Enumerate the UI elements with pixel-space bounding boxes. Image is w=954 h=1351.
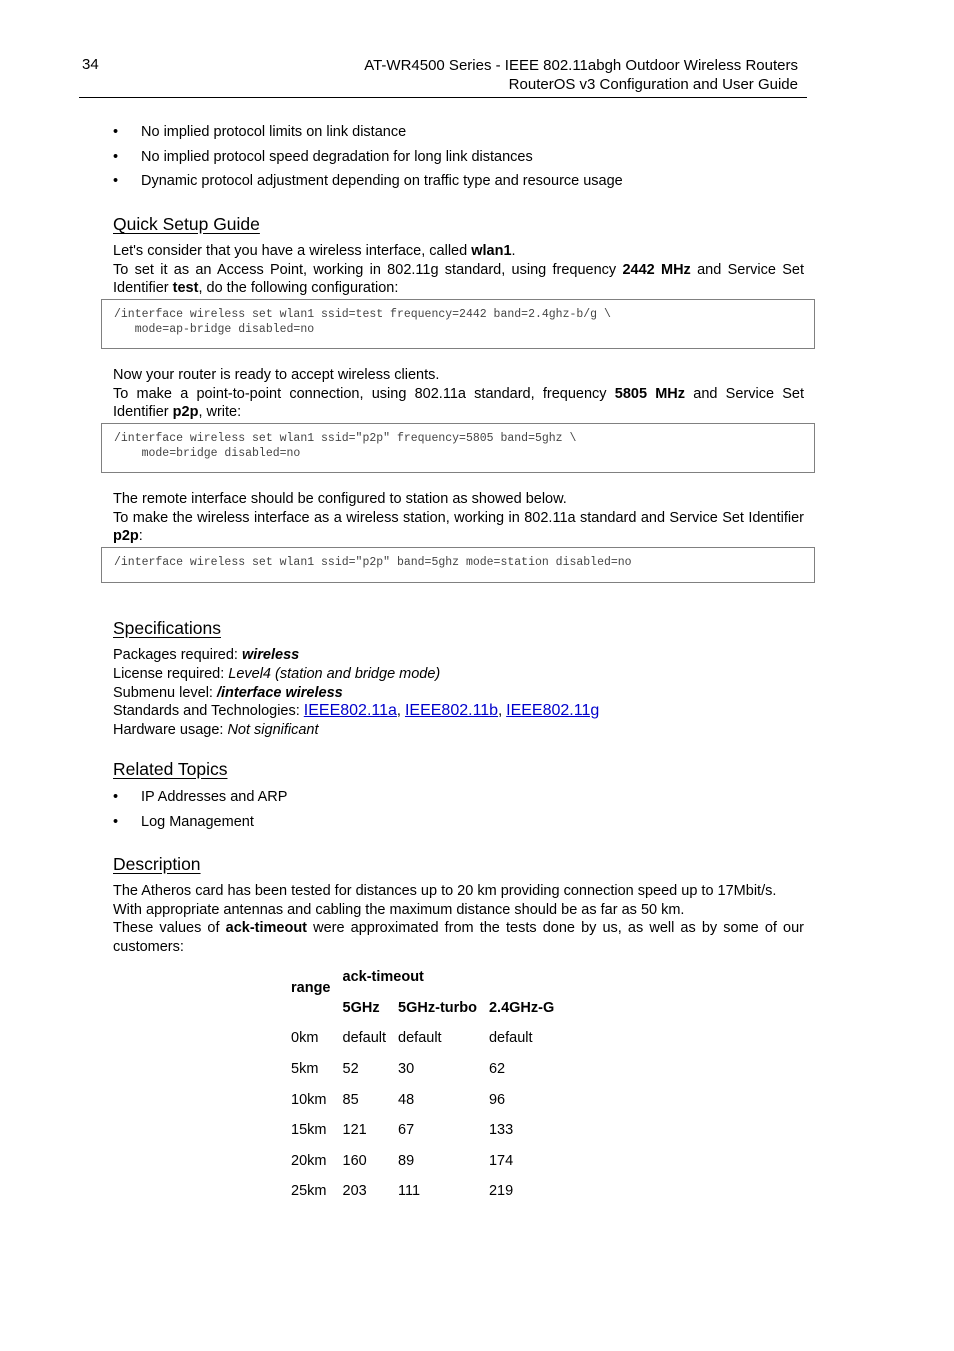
text: To make a point-to-point connection, usi… xyxy=(113,385,615,402)
cell: 48 xyxy=(398,1091,415,1108)
text: Now your router is ready to accept wirel… xyxy=(113,367,440,383)
cell: default xyxy=(342,1030,387,1047)
table-row: 5km 52 30 62 xyxy=(285,1054,560,1085)
cell: 85 xyxy=(342,1091,359,1108)
cell: 15km xyxy=(291,1122,327,1139)
text: , do the following configuration: xyxy=(198,280,399,296)
cell: 10km xyxy=(291,1091,327,1108)
link-ieee80211a[interactable]: IEEE802.11a xyxy=(304,702,397,719)
text: : xyxy=(138,528,143,544)
list-item: Dynamic protocol adjustment depending on… xyxy=(113,172,813,197)
list-item: No implied protocol speed degradation fo… xyxy=(113,148,813,173)
list-item: No implied protocol limits on link dista… xyxy=(113,123,813,148)
cell: default xyxy=(488,1030,533,1047)
link-ieee80211b[interactable]: IEEE802.11b xyxy=(405,702,498,719)
header-title-line1: AT-WR4500 Series - IEEE 802.11abgh Outdo… xyxy=(364,57,798,74)
spec-hardware: Hardware usage: Not significant xyxy=(113,721,813,740)
text: , write: xyxy=(198,404,242,420)
text: The remote interface should be configure… xyxy=(113,491,567,507)
related-topics-heading: Related Topics xyxy=(113,759,228,779)
ack-timeout-table: range ack-timeout 5GHz 5GHz-turbo 2.4GHz… xyxy=(285,962,560,1207)
cell: 203 xyxy=(342,1183,367,1200)
text: . xyxy=(511,243,516,259)
spec-submenu: Submenu level: /interface wireless xyxy=(113,684,813,703)
running-header: AT-WR4500 Series - IEEE 802.11abgh Outdo… xyxy=(364,56,798,94)
cell: 133 xyxy=(488,1122,514,1139)
related-topics-list: IP Addresses and ARP Log Management xyxy=(113,788,813,837)
table-row: 25km 203 111 219 xyxy=(285,1176,560,1207)
table-row: 20km 160 89 174 xyxy=(285,1146,560,1177)
column-header: 5GHz xyxy=(342,999,380,1016)
cell: 160 xyxy=(342,1152,367,1169)
text: With appropriate antennas and cabling th… xyxy=(113,901,685,918)
column-header: 5GHz-turbo xyxy=(398,999,477,1016)
quick-setup-intro: Let's consider that you have a wireless … xyxy=(113,242,804,298)
label: Standards and Technologies: xyxy=(113,703,304,720)
ssid-value: test xyxy=(172,280,199,296)
cell: 52 xyxy=(342,1061,359,1078)
value: wireless xyxy=(241,647,300,663)
cell: 96 xyxy=(488,1091,506,1108)
p2p-paragraph: Now your router is ready to accept wirel… xyxy=(113,366,804,422)
text: These values of xyxy=(113,920,226,936)
frequency-value: 5805 MHz xyxy=(614,385,686,402)
header-rule xyxy=(79,97,807,98)
column-header: 2.4GHz-G xyxy=(488,999,555,1016)
value: /interface wireless xyxy=(216,684,343,701)
value: Level4 (station and bridge mode) xyxy=(228,665,441,682)
cell: 89 xyxy=(398,1152,415,1169)
cell: 67 xyxy=(398,1122,415,1139)
range-header: range xyxy=(291,979,331,996)
term: ack-timeout xyxy=(225,920,308,936)
cell: 5km xyxy=(291,1061,319,1078)
code-block-station: /interface wireless set wlan1 ssid="p2p"… xyxy=(101,547,815,583)
label: Packages required: xyxy=(113,647,242,663)
table-row: 0km default default default xyxy=(285,1023,560,1054)
label: Submenu level: xyxy=(113,684,217,701)
list-item: IP Addresses and ARP xyxy=(113,788,813,813)
description-paragraph: The Atheros card has been tested for dis… xyxy=(113,882,804,956)
cell: 25km xyxy=(291,1183,327,1200)
ssid-value: p2p xyxy=(172,404,199,420)
code-block-ap: /interface wireless set wlan1 ssid=test … xyxy=(101,299,815,349)
header-title-line2: RouterOS v3 Configuration and User Guide xyxy=(508,76,798,93)
list-item: Log Management xyxy=(113,813,813,838)
description-heading: Description xyxy=(113,854,201,874)
text: To make the wireless interface as a wire… xyxy=(113,509,804,526)
specifications-list: Packages required: wireless License requ… xyxy=(113,646,813,740)
interface-name: wlan1 xyxy=(471,243,512,259)
quick-setup-heading: Quick Setup Guide xyxy=(113,214,260,234)
text: Let's consider that you have a wireless … xyxy=(113,243,472,259)
separator: , xyxy=(498,703,507,720)
spec-packages: Packages required: wireless xyxy=(113,646,813,665)
separator: , xyxy=(396,703,405,720)
code-block-bridge: /interface wireless set wlan1 ssid="p2p"… xyxy=(101,423,815,473)
spec-standards: Standards and Technologies: IEEE802.11a,… xyxy=(113,702,813,721)
cell: 0km xyxy=(291,1030,319,1047)
cell: 20km xyxy=(291,1152,327,1169)
feature-list: No implied protocol limits on link dista… xyxy=(113,123,813,197)
cell: 174 xyxy=(488,1152,514,1169)
cell: 111 xyxy=(398,1183,421,1200)
table-row: 15km 121 67 133 xyxy=(285,1115,560,1146)
cell: 30 xyxy=(398,1061,415,1078)
text: To set it as an Access Point, working in… xyxy=(113,261,623,278)
text: The Atheros card has been tested for dis… xyxy=(113,883,777,899)
link-ieee80211g[interactable]: IEEE802.11g xyxy=(506,702,599,719)
cell: 121 xyxy=(342,1122,367,1139)
cell: default xyxy=(398,1030,442,1047)
station-paragraph: The remote interface should be configure… xyxy=(113,490,804,546)
specifications-heading: Specifications xyxy=(113,618,221,638)
ack-timeout-header: ack-timeout xyxy=(342,969,424,986)
table-row: 10km 85 48 96 xyxy=(285,1084,560,1115)
label: License required: xyxy=(113,665,229,682)
value: Not significant xyxy=(227,722,319,739)
spec-license: License required: Level4 (station and br… xyxy=(113,665,813,684)
page-number: 34 xyxy=(82,56,99,73)
cell: 62 xyxy=(488,1061,506,1078)
cell: 219 xyxy=(488,1183,514,1200)
label: Hardware usage: xyxy=(113,722,228,739)
ssid-value: p2p xyxy=(113,528,139,544)
frequency-value: 2442 MHz xyxy=(622,261,691,278)
